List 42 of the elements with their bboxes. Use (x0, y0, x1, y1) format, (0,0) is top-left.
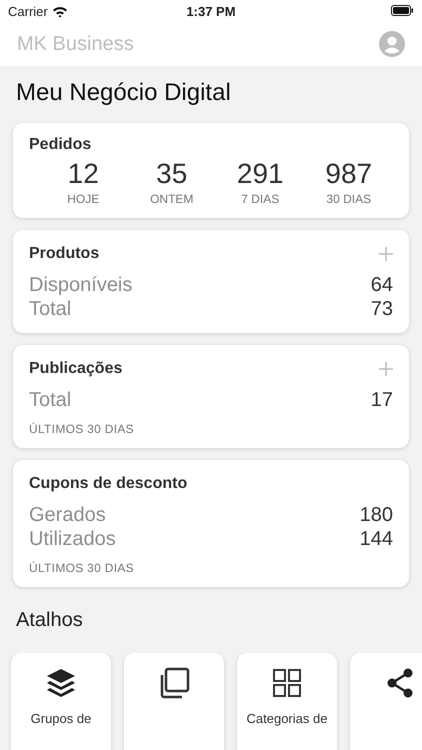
shortcut-tile[interactable]: Categorias de (237, 653, 337, 750)
stat-label: Disponíveis (29, 273, 132, 297)
stat-value: 64 (370, 273, 393, 297)
grid-icon (271, 667, 303, 699)
stat-label: HOJE (67, 192, 100, 206)
layers-icon (45, 667, 77, 699)
stat-value: 291 (236, 158, 284, 190)
stat-label: 7 DIAS (241, 192, 280, 206)
stat-value: 180 (360, 503, 393, 527)
profile-icon[interactable] (379, 31, 405, 57)
app-title: MK Business (17, 32, 134, 56)
carrier-name: Carrier (8, 4, 48, 18)
plus-icon (379, 247, 393, 261)
card-title: Cupons de desconto (29, 475, 188, 493)
stat-label: Total (29, 388, 72, 412)
add-button[interactable] (379, 362, 393, 376)
page-title: Meu Negócio Digital (15, 78, 232, 108)
stat-label: ONTEM (150, 192, 194, 206)
stat-value: 35 (156, 158, 188, 190)
card-title: Produtos (29, 245, 100, 263)
card-title: Pedidos (29, 136, 92, 154)
stat-value: 144 (360, 527, 393, 551)
battery-icon (391, 4, 414, 16)
stat-value: 73 (370, 297, 393, 321)
period-note: ÚLTIMOS 30 DIAS (29, 422, 135, 436)
stat-label: Total (29, 297, 72, 321)
copy-icon (158, 667, 190, 699)
stat-value: 17 (370, 388, 393, 412)
clock-time: 1:37 PM (186, 4, 236, 18)
card-title: Publicações (29, 360, 122, 378)
shortcut-tile[interactable] (124, 653, 224, 750)
stat-label: Utilizados (29, 527, 116, 551)
wifi-icon (52, 4, 68, 18)
section-title: Atalhos (15, 608, 84, 633)
stat-label: 30 DIAS (326, 192, 372, 206)
stat-value: 987 (325, 158, 372, 190)
stat-value: 12 (68, 158, 99, 190)
plus-icon (379, 362, 393, 376)
shortcut-tile[interactable]: Grupos de (11, 653, 111, 750)
period-note: ÚLTIMOS 30 DIAS (29, 561, 135, 575)
add-button[interactable] (379, 247, 393, 261)
stat-label: Gerados (29, 503, 106, 527)
